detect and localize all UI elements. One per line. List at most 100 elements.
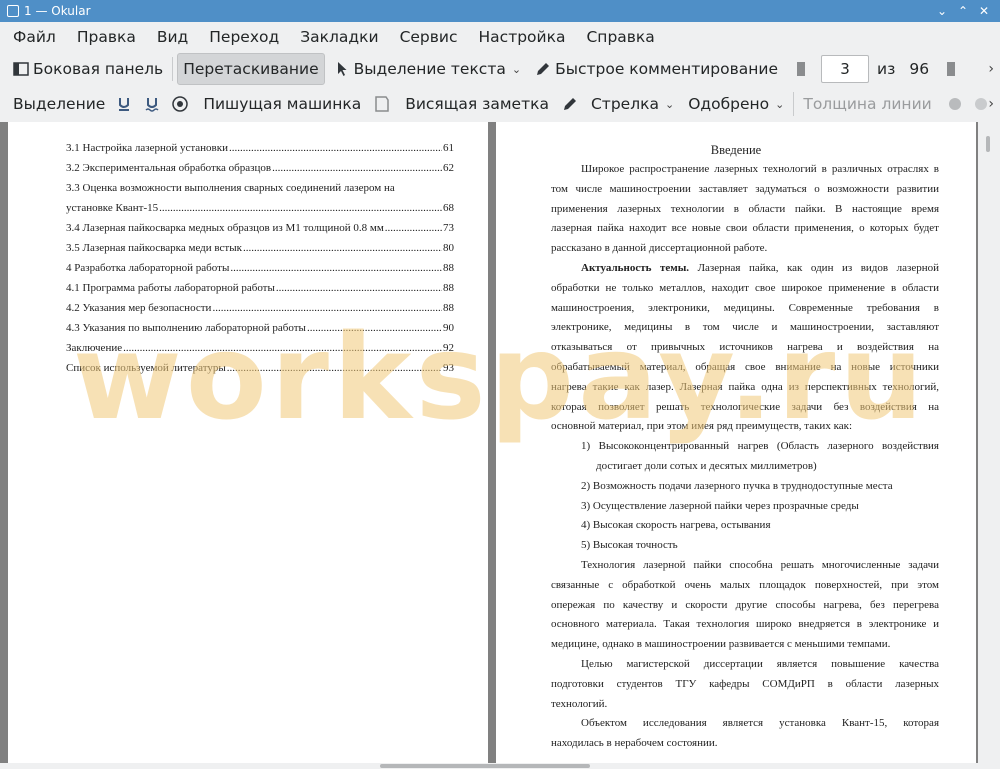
line-width-button[interactable]: Толщина линии — [798, 89, 936, 119]
body-text-line: основного материала. Такая технология ши… — [551, 618, 939, 631]
toc-entry[interactable]: 3.2 Экспериментальная обработка образцов… — [66, 162, 454, 174]
toc-entry[interactable]: 4.3 Указания по выполнению лабораторной … — [66, 322, 454, 334]
typewriter-label: Пишущая машинка — [203, 95, 362, 113]
toolbar-overflow-icon[interactable]: › — [988, 61, 994, 77]
body-text-line: 2) Возможность подачи лазерного пучка в … — [581, 479, 893, 492]
body-text-line: нагрева такие как лазер. Лазерная пайка … — [551, 380, 939, 393]
sidebar-button[interactable]: Боковая панель — [8, 54, 168, 84]
body-text-line: 3) Осуществление лазерной пайки через пр… — [581, 499, 859, 512]
body-text-line: технологий. — [551, 697, 608, 710]
body-text-line: Объектом исследования является установка… — [581, 717, 939, 730]
toc-entry[interactable]: 4.2 Указания мер безопасности 88 — [66, 302, 454, 314]
toc-entry[interactable]: 3.4 Лазерная пайкосварка медных образцов… — [66, 222, 454, 234]
previous-page-icon[interactable] — [793, 61, 809, 77]
minimize-icon[interactable]: ⌄ — [935, 4, 949, 18]
underline-icon[interactable] — [116, 96, 132, 112]
menu-tools[interactable]: Сервис — [387, 28, 466, 46]
sidebar-label: Боковая панель — [33, 60, 164, 78]
page-heading: Введение — [710, 143, 762, 157]
toc-leader-dots — [159, 202, 442, 214]
chevron-down-icon[interactable]: ⌄ — [665, 98, 674, 111]
document-viewport[interactable]: 3.1 Настройка лазерной установки 61 3.2 Эк… — [0, 122, 1000, 769]
toc-entry-page: 68 — [443, 202, 454, 214]
toc-entry[interactable]: 3.3 Оценка возможности выполнения сварны… — [66, 182, 395, 194]
toc-entry[interactable]: Список используемой литературы 93 — [66, 362, 454, 374]
scrollbar-thumb[interactable] — [986, 136, 990, 152]
selection-label: Выделение — [13, 95, 106, 113]
menu-view[interactable]: Вид — [144, 28, 196, 46]
body-text-line: применения лазерных технологии в области… — [551, 202, 939, 215]
drag-mode-button[interactable]: Перетаскивание — [177, 53, 325, 85]
body-text-line: Целью магистерской диссертации является … — [581, 658, 939, 670]
arrow-tool-button[interactable]: Стрелка ⌄ — [586, 89, 679, 119]
body-text-line: электронике, медицины в том числе и маши… — [551, 321, 939, 334]
toc-entry-page: 93 — [443, 362, 454, 374]
typewriter-button[interactable]: Пишущая машинка — [198, 89, 366, 119]
select-text-label: Выделение текста — [353, 60, 506, 78]
toc-entry-title: Список используемой литературы — [66, 362, 226, 374]
toc-entry[interactable]: 3.1 Настройка лазерной установки 61 — [66, 142, 454, 154]
body-text-line: Актуальность темы. Лазерная пайка, как о… — [581, 262, 939, 274]
quick-comment-label: Быстрое комментирование — [555, 60, 778, 78]
toc-entry-page: 61 — [443, 142, 454, 154]
toc-leader-dots — [272, 162, 442, 174]
toc-entry[interactable]: 3.5 Лазерная пайкосварка меди встык 80 — [66, 242, 454, 254]
menu-bookmarks[interactable]: Закладки — [287, 28, 386, 46]
toc-leader-dots — [230, 262, 442, 274]
menu-help[interactable]: Справка — [573, 28, 662, 46]
toc-entry-title: 4 Разработка лабораторной работы — [66, 262, 230, 274]
toc-entry-title: 3.5 Лазерная пайкосварка меди встык — [66, 242, 242, 254]
body-text-line: машиностроения, электроники, медицины. С… — [551, 301, 939, 314]
note-icon[interactable] — [374, 96, 390, 112]
menu-file[interactable]: Файл — [0, 28, 64, 46]
body-text-line: Технология лазерной пайки способна решат… — [581, 559, 939, 571]
toc-entry[interactable]: 4.1 Программа работы лабораторной работы… — [66, 282, 454, 294]
toc-leader-dots — [307, 322, 442, 334]
body-text-line: подготовки студентов ТГУ кафедры СОМДиРП… — [551, 677, 939, 690]
toc-leader-dots — [385, 222, 442, 234]
horizontal-scrollbar[interactable] — [0, 763, 1000, 769]
toc-entry[interactable]: 4 Разработка лабораторной работы 88 — [66, 262, 454, 274]
document-page-3: Введение Широкое распространение лазерны… — [496, 122, 976, 769]
toolbar-overflow-icon[interactable]: › — [988, 96, 994, 112]
floating-note-button[interactable]: Висящая заметка — [400, 89, 554, 119]
menu-go[interactable]: Переход — [196, 28, 287, 46]
maximize-icon[interactable]: ⌃ — [956, 4, 970, 18]
document-page-2: 3.1 Настройка лазерной установки 61 3.2 Эк… — [8, 122, 488, 769]
body-text-line: 4) Высокая скорость нагрева, остывания — [581, 519, 771, 532]
next-page-icon[interactable] — [943, 61, 959, 77]
window-title: 1 — Okular — [24, 4, 91, 18]
toc-entry-title: 3.1 Настройка лазерной установки — [66, 142, 228, 154]
stamp-icon[interactable] — [172, 96, 189, 112]
opacity-icon[interactable] — [973, 96, 989, 112]
highlight-selection-button[interactable]: Выделение — [8, 89, 110, 119]
scrollbar-thumb[interactable] — [380, 764, 590, 768]
close-icon[interactable]: ✕ — [977, 4, 991, 18]
arrow-pen-icon[interactable] — [562, 96, 578, 112]
body-text-line: том числе машиностроении заставляет заду… — [551, 182, 939, 195]
color-icon[interactable] — [947, 96, 963, 112]
body-text-line: Широкое распространение лазерных техноло… — [581, 163, 939, 175]
squiggle-icon[interactable] — [144, 96, 160, 112]
toc-entry-title: 3.2 Экспериментальная обработка образцов — [66, 162, 272, 174]
toc-entry-page: 88 — [443, 302, 454, 314]
toc-entry-page: 88 — [443, 282, 454, 294]
toc-entry-page: 62 — [443, 162, 454, 174]
body-text-line: 5) Высокая точность — [581, 539, 678, 552]
chevron-down-icon[interactable]: ⌄ — [512, 63, 521, 76]
vertical-scrollbar[interactable] — [978, 122, 1000, 769]
toc-entry[interactable]: Заключение 92 — [66, 342, 454, 354]
menu-edit[interactable]: Правка — [64, 28, 144, 46]
body-text-line: связанные с обработкой очень малых площа… — [551, 578, 939, 591]
menu-settings[interactable]: Настройка — [466, 28, 574, 46]
toc-entry[interactable]: установке Квант-15 68 — [66, 202, 454, 214]
arrow-label: Стрелка — [590, 95, 659, 113]
approved-stamp-button[interactable]: Одобрено ⌄ — [683, 89, 789, 119]
floating-note-label: Висящая заметка — [405, 95, 549, 113]
select-text-button[interactable]: Выделение текста ⌄ — [329, 54, 526, 84]
approved-label: Одобрено — [688, 95, 770, 113]
page-number-input[interactable]: 3 — [821, 55, 869, 83]
toc-entry-title: 4.1 Программа работы лабораторной работы — [66, 282, 275, 294]
chevron-down-icon[interactable]: ⌄ — [775, 98, 784, 111]
quick-comment-button[interactable]: Быстрое комментирование — [530, 54, 783, 84]
